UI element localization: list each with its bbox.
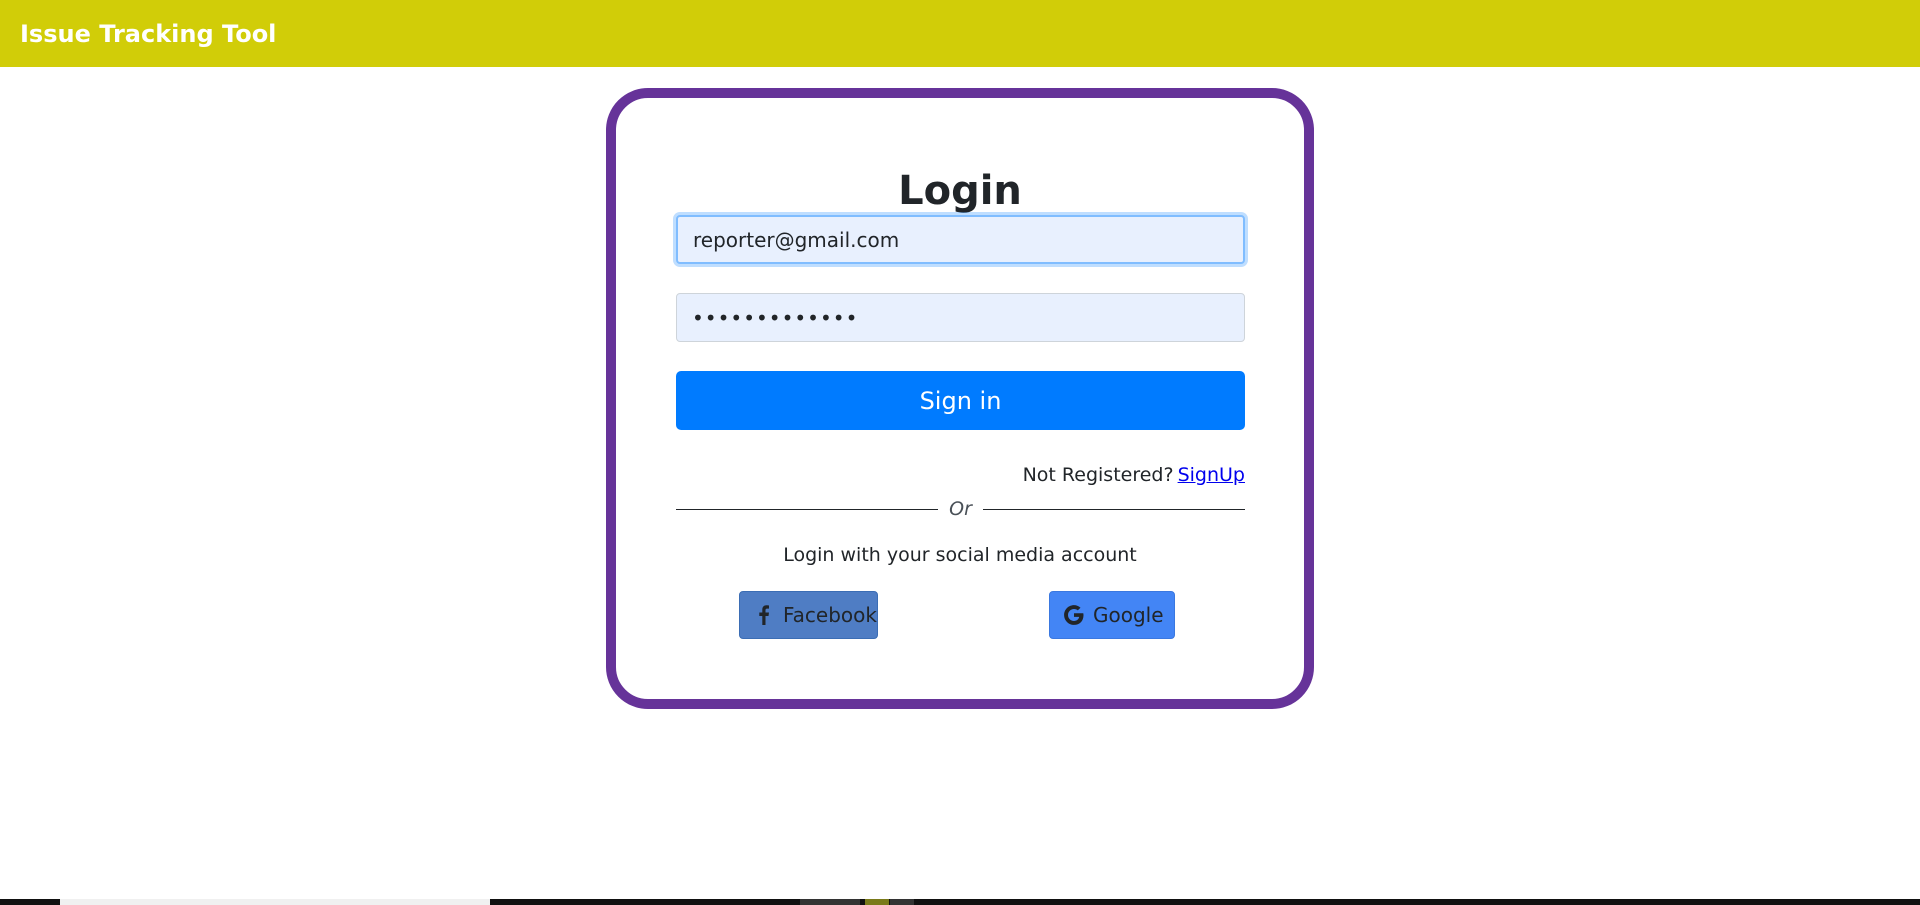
bottom-taskbar [0,899,1920,905]
email-input[interactable] [676,215,1245,264]
signup-link[interactable]: SignUp [1178,464,1245,486]
divider-line-left [676,509,938,510]
google-label: Google [1093,603,1164,627]
login-title: Login [898,168,1022,214]
taskbar-segment [890,899,914,905]
divider-line-right [983,509,1245,510]
google-icon [1064,605,1084,625]
password-input[interactable] [676,293,1245,342]
facebook-label: Facebook [783,603,877,627]
social-login-text: Login with your social media account [783,544,1137,566]
register-prompt: Not Registered? SignUp [676,464,1245,486]
login-card: Login Sign in Not Registered?SignUp Or L… [606,88,1314,709]
not-registered-text: Not Registered? [1022,464,1174,486]
brand-title[interactable]: Issue Tracking Tool [20,20,276,48]
taskbar-segment [60,899,490,905]
facebook-icon [754,605,774,625]
top-navbar: Issue Tracking Tool [0,0,1920,67]
facebook-login-button[interactable]: Facebook [739,591,878,639]
or-text: Or [949,498,972,520]
or-divider: Or [676,496,1245,526]
taskbar-segment [865,899,889,905]
google-login-button[interactable]: Google [1049,591,1175,639]
taskbar-segment [800,899,860,905]
sign-in-button[interactable]: Sign in [676,371,1245,430]
